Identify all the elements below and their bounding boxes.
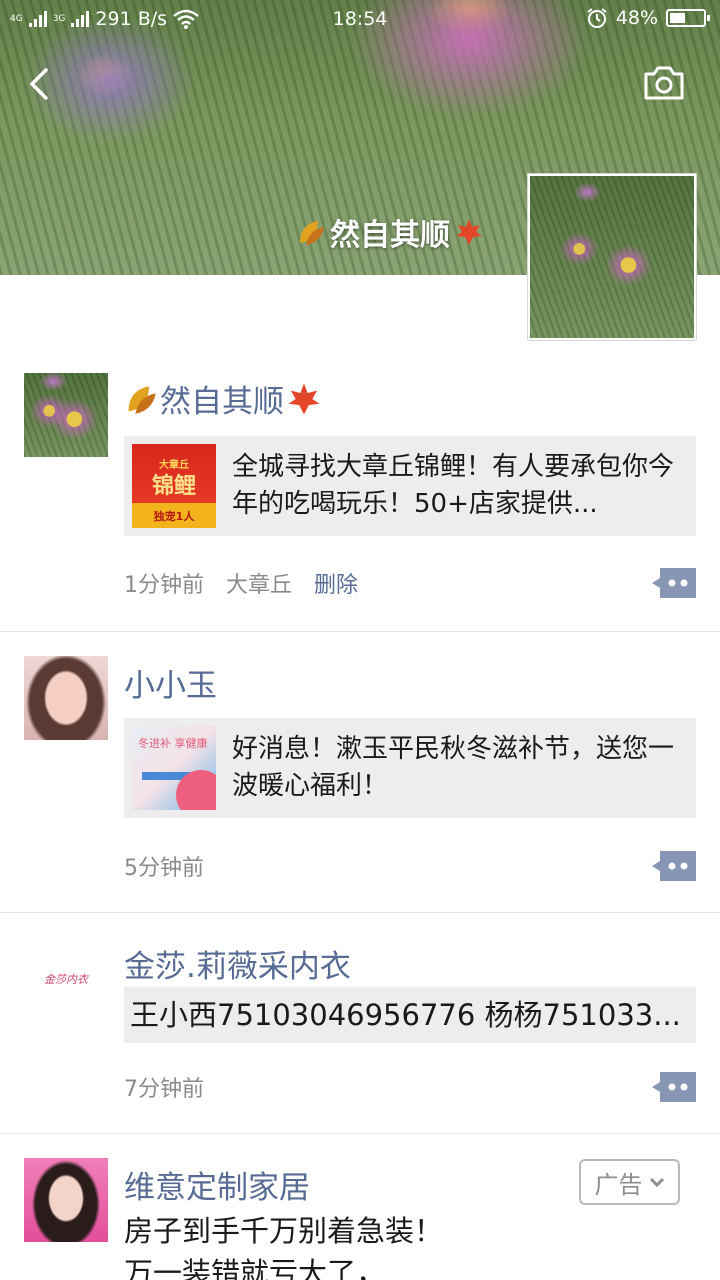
yellow-leaf-icon — [300, 221, 324, 245]
post-avatar[interactable]: 金莎内衣 — [24, 937, 108, 1021]
post-author-name: 然自其顺 — [160, 384, 284, 420]
post-location: 大章丘 — [226, 573, 293, 598]
shared-link-card[interactable]: 大章丘 锦鲤 独宠1人 全城寻找大章丘锦鲤！有人要承包你今年的吃喝玩乐！50+店… — [124, 436, 696, 536]
ad-body: 房子到手千万别着急装！ 万一装错就亏大了， — [124, 1210, 443, 1280]
post-author[interactable]: 维意定制家居 — [124, 1162, 310, 1207]
thumb-text: 冬进补 享健康 — [138, 737, 208, 750]
ad-line-1: 房子到手千万别着急装！ — [124, 1214, 444, 1248]
cover-nickname[interactable]: 然自其顺 — [296, 210, 484, 254]
link-thumbnail: 大章丘 锦鲤 独宠1人 — [132, 444, 216, 528]
yellow-leaf-icon — [128, 386, 156, 414]
battery-icon — [666, 9, 710, 27]
signal-icon — [28, 11, 47, 27]
post-author-name: 金莎.莉薇采内衣 — [124, 949, 351, 985]
post-author[interactable]: 然自其顺 — [124, 376, 322, 421]
ad-line-2: 万一装错就亏大了， — [124, 1256, 386, 1280]
battery-fill — [670, 13, 686, 23]
shared-link-card[interactable]: 冬进补 享健康 好消息！漱玉平民秋冬滋补节，送您一波暖心福利！ — [124, 718, 696, 818]
feed-post: 小小玉 冬进补 享健康 好消息！漱玉平民秋冬滋补节，送您一波暖心福利！ 5分钟前 — [0, 632, 720, 913]
feed-post: 然自其顺 大章丘 锦鲤 独宠1人 全城寻找大章丘锦鲤！有人要承包你今年的吃喝玩乐… — [0, 340, 720, 632]
wifi-icon — [173, 9, 199, 29]
post-meta: 1分钟前 大章丘 删除 — [124, 567, 358, 599]
post-text: 王小西75103046956776 杨杨751033... — [124, 987, 696, 1043]
red-leaf-icon — [456, 219, 482, 245]
status-bar: 4G 3G 291 B/s 18:54 48% — [0, 0, 720, 38]
link-thumbnail: 冬进补 享健康 — [132, 726, 216, 810]
network-type-1: 4G — [10, 13, 23, 24]
signal-icon-2 — [71, 11, 90, 27]
post-avatar[interactable] — [24, 656, 108, 740]
thumb-bottom-text: 独宠1人 — [153, 510, 195, 523]
post-author[interactable]: 小小玉 — [124, 660, 217, 705]
back-icon[interactable] — [22, 62, 62, 106]
avatar-image — [530, 176, 694, 338]
battery-percent: 48% — [615, 7, 658, 29]
post-author-name: 维意定制家居 — [124, 1170, 310, 1206]
status-left: 4G 3G 291 B/s — [10, 8, 199, 30]
post-time: 1分钟前 — [124, 573, 204, 598]
post-avatar[interactable] — [24, 373, 108, 457]
cover-nickname-text: 然自其顺 — [330, 218, 450, 253]
post-time: 5分钟前 — [124, 856, 204, 881]
alarm-icon — [587, 8, 607, 28]
link-title: 好消息！漱玉平民秋冬滋补节，送您一波暖心福利！ — [232, 734, 675, 801]
post-time: 7分钟前 — [124, 1077, 204, 1102]
avatar-brand-text: 金莎内衣 — [44, 973, 88, 986]
post-avatar[interactable] — [24, 1158, 108, 1242]
feed-post-ad: 维意定制家居 广告 房子到手千万别着急装！ 万一装错就亏大了， — [0, 1134, 720, 1280]
network-speed: 291 B/s — [95, 8, 168, 30]
post-author[interactable]: 金莎.莉薇采内衣 — [124, 941, 351, 986]
delete-button[interactable]: 删除 — [314, 567, 358, 599]
link-title: 全城寻找大章丘锦鲤！有人要承包你今年的吃喝玩乐！50+店家提供... — [232, 452, 675, 519]
status-right: 48% — [586, 7, 710, 29]
comment-icon[interactable] — [652, 1072, 696, 1102]
thumb-main-text: 锦鲤 — [151, 474, 196, 499]
avatar-image — [24, 373, 108, 457]
post-meta: 7分钟前 — [124, 1071, 204, 1103]
profile-avatar[interactable] — [528, 174, 696, 340]
ad-badge[interactable]: 广告 — [579, 1159, 680, 1205]
ad-label: 广告 — [594, 1170, 643, 1199]
comment-icon[interactable] — [652, 568, 696, 598]
post-meta: 5分钟前 — [124, 850, 204, 882]
red-leaf-icon — [288, 382, 320, 415]
post-author-name: 小小玉 — [124, 668, 217, 704]
chevron-down-icon — [649, 1177, 664, 1188]
network-type-2: 3G — [52, 13, 66, 24]
comment-icon[interactable] — [652, 851, 696, 881]
feed-post: 金莎内衣 金莎.莉薇采内衣 王小西75103046956776 杨杨751033… — [0, 913, 720, 1134]
camera-icon[interactable] — [640, 64, 688, 104]
